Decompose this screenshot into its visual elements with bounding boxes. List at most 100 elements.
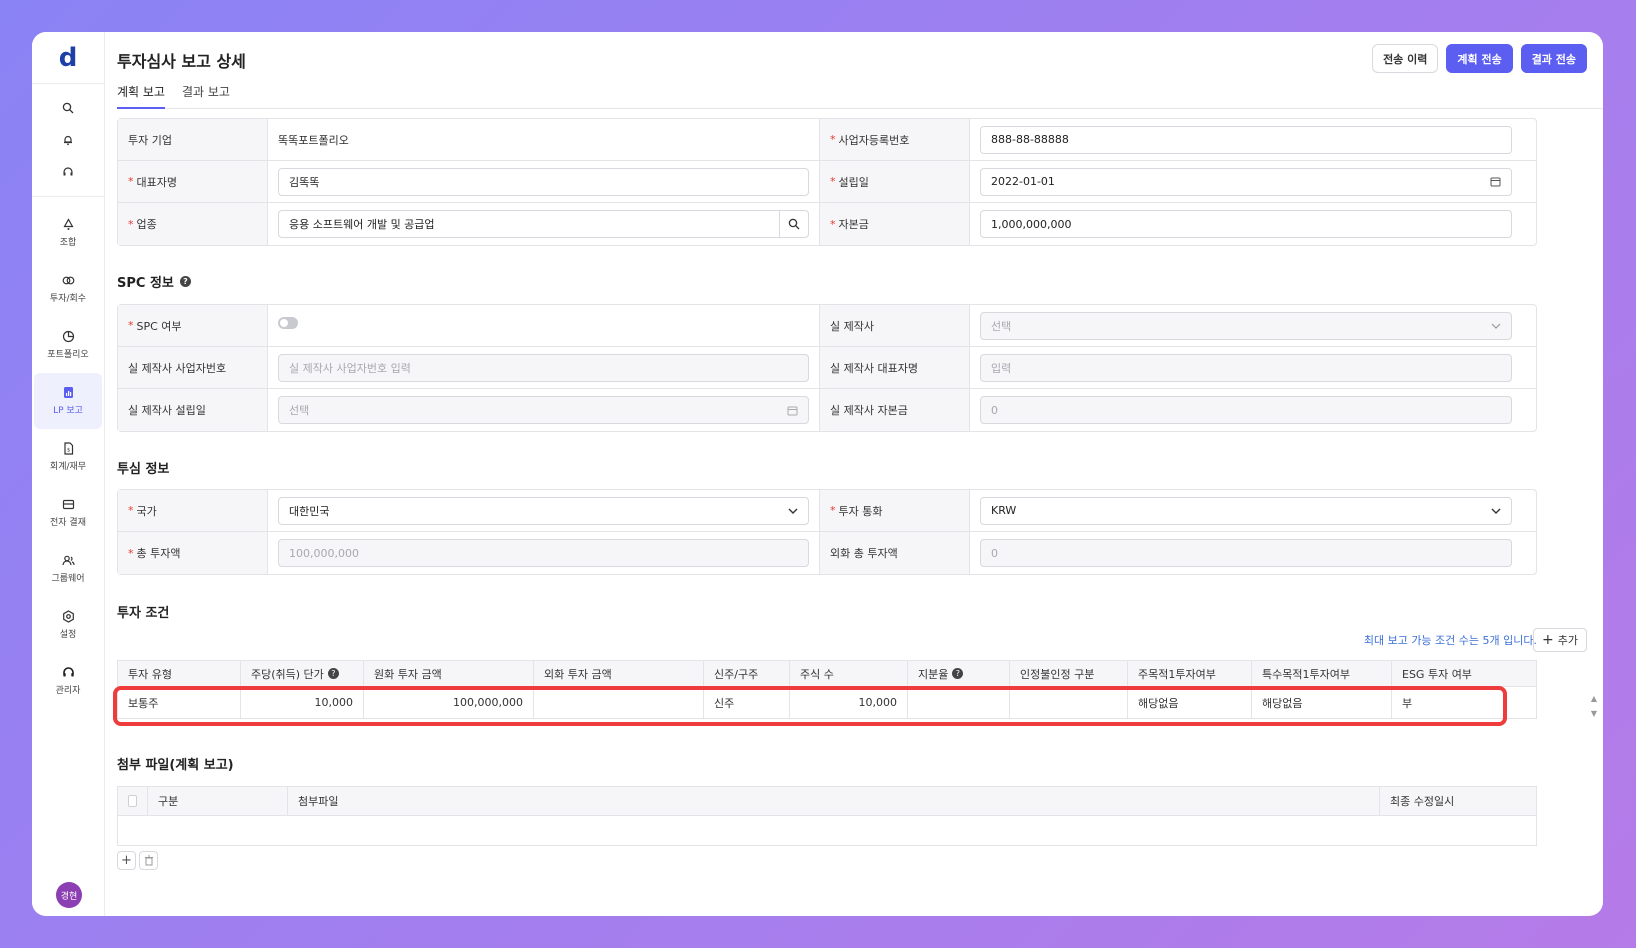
sidebar-item-label: 전자 결재 [50,518,86,528]
help-icon[interactable]: ? [327,668,339,679]
sidebar-item-admin[interactable]: 관리자 [34,653,102,709]
company-label: 투자 기업 [118,119,268,160]
users-icon [61,555,75,566]
sidebar-item-portfolio[interactable]: 포트폴리오 [34,317,102,373]
col-type: 투자 유형 [118,661,241,686]
table-scroll-arrows[interactable]: ▲ ▼ [1591,694,1597,718]
bell-icon[interactable] [32,124,104,156]
table-row[interactable]: 보통주 10,000 100,000,000 신주 10,000 해당없음 해당… [118,687,1536,719]
cell-main-purpose[interactable]: 해당없음 [1128,687,1252,718]
cell-krw-amount[interactable]: 100,000,000 [364,687,534,718]
bizno-field[interactable]: 888-88-88888 [980,125,1512,154]
maker-ceo-label: 실 제작사 대표자명 [820,347,970,388]
fx-total-value: 0 [991,546,998,560]
sidebar-item-lp-report[interactable]: LP 보고 [34,373,102,429]
scroll-up-icon[interactable]: ▲ [1591,694,1597,703]
industry-field[interactable]: 응용 소프트웨어 개발 및 공급업 [278,210,809,238]
sidebar-item-label: 설정 [59,630,77,640]
cell-special-purpose[interactable]: 해당없음 [1252,687,1392,718]
result-send-button[interactable]: 결과 전송 [1520,44,1587,73]
cell-type[interactable]: 보통주 [118,687,241,718]
tab-plan-report[interactable]: 계획 보고 [117,78,165,109]
maker-bizno-field[interactable]: 실 제작사 사업자번호 입력 [278,353,809,382]
sidebar-item-investment[interactable]: 투자/회수 [34,261,102,317]
maker-select[interactable]: 선택 [980,311,1512,340]
maker-capital-field[interactable]: 0 [980,396,1512,424]
sidebar-item-approval[interactable]: 전자 결재 [34,485,102,541]
founded-label: 설립일 [838,175,869,189]
capital-label: 자본금 [838,218,869,231]
terms-section-title: 투자 조건 [117,606,170,621]
add-term-button[interactable]: + 추가 [1533,628,1587,652]
maker-ceo-field[interactable]: 입력 [980,353,1512,382]
spc-toggle[interactable] [278,317,298,329]
maker-label: 실 제작사 [820,305,970,346]
maker-bizno-label: 실 제작사 사업자번호 [118,347,268,388]
cell-recognition[interactable] [1010,687,1128,718]
col-shares: 주식 수 [790,661,908,686]
review-section-title: 투심 정보 [117,462,170,477]
scroll-down-icon[interactable]: ▼ [1591,709,1597,718]
sidebar-item-groupware[interactable]: 그룹웨어 [34,541,102,597]
currency-select[interactable]: KRW [980,496,1512,525]
country-select[interactable]: 대한민국 [278,496,809,525]
trash-icon [144,855,153,866]
sidebar-item-fund[interactable]: 조합 [34,205,102,261]
industry-label: 업종 [136,218,157,231]
cell-unit-price[interactable]: 10,000 [241,687,364,718]
help-icon[interactable]: ? [179,276,191,287]
currency-label: 투자 통화 [838,504,883,518]
country-label: 국가 [136,504,157,518]
delete-file-button[interactable] [139,851,158,870]
maker-founded-label: 실 제작사 설립일 [118,389,268,431]
sidebar-item-accounting[interactable]: $ 회계/재무 [34,429,102,485]
sidebar-item-label: 관리자 [55,686,81,696]
attachments-header: 구분 첨부파일 최종 수정일시 [118,787,1536,816]
calendar-icon[interactable] [1490,176,1501,187]
chevron-down-icon [1491,508,1501,514]
calendar-icon[interactable] [787,405,798,416]
add-term-label: 추가 [1557,634,1578,647]
maker-founded-field[interactable]: 선택 [278,396,809,424]
add-file-button[interactable]: + [117,851,136,870]
currency-value: KRW [991,504,1017,517]
sidebar-item-settings[interactable]: 설정 [34,597,102,653]
maker-ceo-placeholder: 입력 [991,361,1012,375]
attachments-empty-row [118,816,1536,845]
send-history-button[interactable]: 전송 이력 [1372,44,1439,73]
tab-result-report[interactable]: 결과 보고 [182,78,230,109]
cell-fx-amount[interactable] [534,687,704,718]
cell-esg[interactable]: 부 [1392,687,1536,718]
app-logo[interactable]: d [32,32,104,84]
total-investment-label: 총 투자액 [136,547,181,560]
svg-text:$: $ [67,448,70,454]
select-all-cell [118,787,148,815]
fx-total-field[interactable]: 0 [980,539,1512,567]
select-all-checkbox[interactable] [128,795,137,807]
attachments-section-title: 첨부 파일(계획 보고) [117,758,234,773]
col-modified: 최종 수정일시 [1380,787,1536,815]
founded-value: 2022-01-01 [991,175,1055,188]
help-icon[interactable]: ? [952,668,964,679]
main-content: 투자심사 보고 상세 전송 이력 계획 전송 결과 전송 계획 보고 결과 보고… [113,32,1603,916]
ceo-field[interactable]: 김똑똑 [278,167,809,196]
search-icon[interactable] [32,92,104,124]
cell-equity[interactable] [908,687,1010,718]
avatar[interactable]: 경현 [56,882,82,908]
sidebar-item-label: 투자/회수 [49,294,87,304]
total-investment-field[interactable]: 100,000,000 [278,539,809,567]
chevron-down-icon [1491,323,1501,329]
headset-admin-icon [62,667,74,677]
sidebar: d 조합 투자/회수 포트폴리오 LP 보고 $ 회계/재무 전자 결재 그룹웨어… [32,32,105,916]
fx-total-label: 외화 총 투자액 [820,532,970,574]
header-actions: 전송 이력 계획 전송 결과 전송 [1372,44,1587,73]
col-category: 구분 [148,787,288,815]
cell-new-old[interactable]: 신주 [704,687,790,718]
capital-field[interactable]: 1,000,000,000 [980,210,1512,238]
plus-icon: + [1542,632,1554,648]
cell-shares[interactable]: 10,000 [790,687,908,718]
search-icon[interactable] [779,211,808,237]
founded-date-field[interactable]: 2022-01-01 [980,167,1512,196]
headset-icon[interactable] [32,156,104,188]
plan-send-button[interactable]: 계획 전송 [1446,44,1513,73]
